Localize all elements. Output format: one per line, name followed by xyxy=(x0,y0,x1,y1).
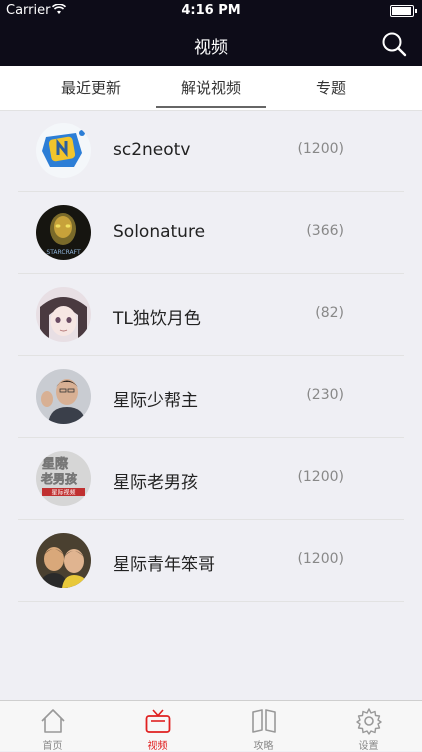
caster-name: 星际老男孩 xyxy=(113,473,198,493)
nav-bar: 视频 xyxy=(0,22,422,66)
video-count: (82) xyxy=(315,305,344,321)
list-item[interactable]: sc2neotv (1200) xyxy=(18,110,404,192)
avatar-text-line1: 星際 xyxy=(42,456,69,472)
caster-list: sc2neotv (1200) STARCRAFT Solonature (36… xyxy=(18,110,404,602)
tab-home[interactable]: 首页 xyxy=(0,701,105,752)
list-item[interactable]: 星际少帮主 (230) xyxy=(18,356,404,438)
avatar: 星際 老男孩 星际视频 xyxy=(36,451,91,506)
tab-settings[interactable]: 设置 xyxy=(316,701,421,752)
video-count: (366) xyxy=(306,223,344,239)
caster-name: 星际少帮主 xyxy=(113,391,198,411)
list-item[interactable]: 星際 老男孩 星际视频 星际老男孩 (1200) xyxy=(18,438,404,520)
book-icon xyxy=(252,709,276,733)
page-title: 视频 xyxy=(194,38,228,58)
video-count: (1200) xyxy=(297,141,344,157)
avatar xyxy=(36,369,91,424)
list-item[interactable]: STARCRAFT Solonature (366) xyxy=(18,192,404,274)
segment-control: 最近更新 解说视频 专题 xyxy=(0,66,422,111)
avatar-text-line3: 星际视频 xyxy=(51,489,75,497)
starcraft-logo: STARCRAFT xyxy=(46,249,81,256)
tab-guides[interactable]: 攻略 xyxy=(211,701,316,752)
tab-video[interactable]: 视频 xyxy=(105,701,210,752)
tab-topics[interactable]: 专题 xyxy=(261,66,401,110)
home-icon xyxy=(41,709,65,733)
avatar-text-line2: 老男孩 xyxy=(41,471,77,486)
avatar xyxy=(36,287,91,342)
avatar xyxy=(36,123,91,178)
video-count: (1200) xyxy=(297,469,344,485)
caster-name: sc2neotv xyxy=(113,140,191,160)
tab-commentary-videos[interactable]: 解说视频 xyxy=(141,66,281,110)
tv-icon xyxy=(145,709,171,733)
battery-icon xyxy=(390,5,417,17)
caster-name: TL独饮月色 xyxy=(113,309,201,329)
caster-name: 星际青年笨哥 xyxy=(113,555,215,575)
search-icon[interactable] xyxy=(380,30,408,58)
list-item[interactable]: 星际青年笨哥 (1200) xyxy=(18,520,404,602)
tab-recent-updates[interactable]: 最近更新 xyxy=(21,66,161,110)
status-time: 4:16 PM xyxy=(181,3,241,18)
avatar: STARCRAFT xyxy=(36,205,91,260)
status-bar: Carrier 4:16 PM xyxy=(0,0,422,22)
list-item[interactable]: TL独饮月色 (82) xyxy=(18,274,404,356)
battery-fill xyxy=(392,7,411,15)
avatar xyxy=(36,533,91,588)
video-count: (230) xyxy=(306,387,344,403)
video-count: (1200) xyxy=(297,551,344,567)
tab-bar: 首页 视频 攻略 设置 xyxy=(0,700,422,752)
gear-icon xyxy=(356,708,382,735)
caster-name: Solonature xyxy=(113,222,206,242)
